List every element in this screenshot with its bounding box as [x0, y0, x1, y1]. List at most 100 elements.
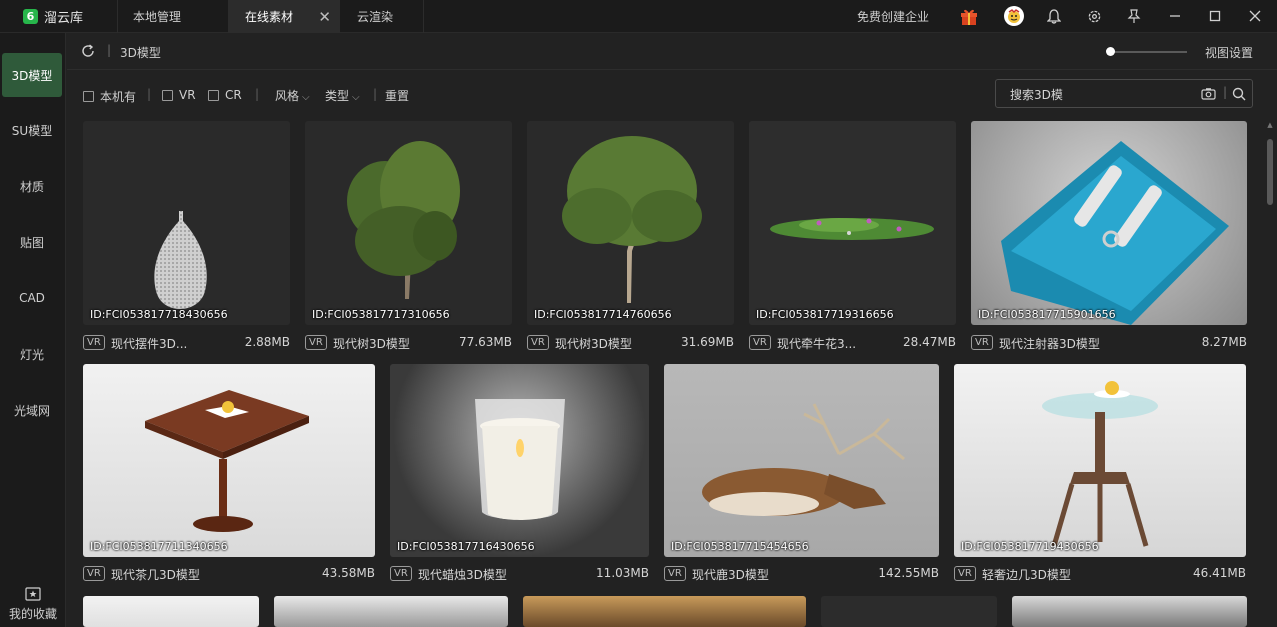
camera-icon[interactable] — [1201, 87, 1216, 101]
pin-icon[interactable] — [1124, 6, 1144, 26]
asset-thumbnail[interactable]: ID:FCI053817719430656 — [954, 364, 1246, 557]
gear-icon[interactable] — [1084, 6, 1104, 26]
asset-id: ID:FCI053817715901656 — [978, 308, 1116, 321]
asset-meta: VR 现代注射器3D模型 8.27MB — [971, 335, 1247, 351]
reset-button[interactable]: 重置 — [385, 87, 409, 104]
asset-title: 现代牵牛花3... — [777, 337, 857, 351]
nav-item-3d-model[interactable]: 3D模型 — [2, 53, 62, 97]
asset-meta: VR 现代树3D模型 77.63MB — [305, 335, 512, 351]
bell-icon[interactable] — [1044, 6, 1064, 26]
filter-label: 本机有 — [100, 90, 137, 104]
asset-card[interactable] — [821, 596, 997, 627]
asset-id: ID:FCI053817711340656 — [90, 540, 228, 553]
asset-card[interactable]: ID:FCI053817719316656 VR 现代牵牛花3... 28.47… — [749, 121, 956, 353]
asset-thumbnail[interactable]: ID:FCI053817718430656 — [83, 121, 290, 325]
view-settings-button[interactable]: 视图设置 — [1205, 44, 1253, 61]
asset-card[interactable] — [523, 596, 806, 627]
minimize-icon[interactable] — [1165, 6, 1185, 26]
tab-close-icon[interactable]: ✕ — [318, 8, 331, 26]
close-icon[interactable] — [1245, 6, 1265, 26]
asset-title: 现代树3D模型 — [555, 337, 632, 351]
deer-image — [702, 403, 905, 516]
asset-card[interactable]: ID:FCI053817714760656 VR 现代树3D模型 31.69MB — [527, 121, 734, 353]
asset-card[interactable] — [274, 596, 508, 627]
vase-image — [154, 211, 207, 309]
divider: | — [373, 87, 378, 101]
thumb-size-slider[interactable] — [1108, 51, 1187, 53]
favorites-icon — [25, 587, 41, 601]
tab-label: 本地管理 — [133, 10, 182, 24]
asset-card[interactable]: ID:FCI053817715901656 VR 现代注射器3D模型 8.27M… — [971, 121, 1247, 353]
gift-icon[interactable] — [959, 6, 979, 26]
search-icon[interactable] — [1232, 87, 1246, 101]
asset-thumbnail[interactable]: ID:FCI053817716430656 — [390, 364, 649, 557]
nav-item-cad[interactable]: CAD — [2, 276, 62, 320]
type-dropdown[interactable]: 类型 ⌵ — [325, 87, 360, 104]
asset-meta: VR 现代摆件3D... 2.88MB — [83, 335, 290, 351]
scroll-up-arrow-icon[interactable]: ▲ — [1266, 121, 1274, 129]
nav-item-light[interactable]: 灯光 — [2, 332, 62, 376]
divider: | — [107, 43, 112, 57]
asset-id: ID:FCI053817719316656 — [756, 308, 894, 321]
style-dropdown-label: 风格 — [275, 89, 300, 103]
asset-card[interactable]: ID:FCI053817716430656 VR 现代蜡烛3D模型 11.03M… — [390, 364, 649, 582]
nav-item-material[interactable]: 材质 — [2, 164, 62, 208]
nav-item-su-model[interactable]: SU模型 — [2, 108, 62, 152]
asset-card[interactable] — [83, 596, 259, 627]
asset-thumbnail[interactable]: ID:FCI053817711340656 — [83, 364, 375, 557]
style-dropdown[interactable]: 风格 ⌵ — [275, 87, 310, 104]
asset-thumbnail[interactable]: ID:FCI053817715901656 — [971, 121, 1247, 325]
search-input[interactable] — [1010, 86, 1190, 102]
asset-card[interactable]: ID:FCI053817711340656 VR 现代茶几3D模型 43.58M… — [83, 364, 375, 582]
asset-size: 142.55MB — [878, 566, 939, 580]
asset-card[interactable] — [1012, 596, 1247, 627]
asset-meta: VR 现代鹿3D模型 142.55MB — [664, 566, 939, 582]
scrollbar[interactable]: ▲ — [1266, 121, 1274, 627]
asset-title: 轻奢边几3D模型 — [982, 568, 1071, 582]
asset-card[interactable]: ID:FCI053817717310656 VR 现代树3D模型 77.63MB — [305, 121, 512, 353]
asset-thumbnail[interactable]: ID:FCI053817717310656 — [305, 121, 512, 325]
asset-size: 43.58MB — [322, 566, 375, 580]
vr-badge: VR — [664, 566, 686, 581]
asset-id: ID:FCI053817718430656 — [90, 308, 228, 321]
nav-item-texture[interactable]: 贴图 — [2, 220, 62, 264]
asset-card[interactable]: ID:FCI053817718430656 VR 现代摆件3D... 2.88M… — [83, 121, 290, 353]
filter-local-checkbox[interactable]: 本机有 — [83, 88, 136, 105]
scrollbar-thumb[interactable] — [1267, 139, 1273, 205]
maximize-icon[interactable] — [1205, 6, 1225, 26]
asset-thumbnail[interactable]: ID:FCI053817719316656 — [749, 121, 956, 325]
avatar[interactable] — [1004, 6, 1024, 26]
asset-card[interactable]: ID:FCI053817719430656 VR 轻奢边几3D模型 46.41M… — [954, 364, 1246, 582]
filter-vr-checkbox[interactable]: VR — [162, 88, 196, 102]
asset-card[interactable]: ID:FCI053817715454656 VR 现代鹿3D模型 142.55M… — [664, 364, 939, 582]
tab-label: 云渲染 — [357, 10, 394, 24]
tab-cloud-render[interactable]: 云渲染 — [340, 0, 424, 33]
vr-badge: VR — [83, 335, 105, 350]
nav-item-ies[interactable]: 光域网 — [2, 388, 62, 432]
tab-online[interactable]: 在线素材 ✕ — [229, 0, 340, 33]
asset-title: 现代鹿3D模型 — [692, 568, 769, 582]
thumb-size-slider-handle[interactable] — [1106, 47, 1115, 56]
filter-cr-checkbox[interactable]: CR — [208, 88, 242, 102]
asset-thumbnail[interactable]: ID:FCI053817714760656 — [527, 121, 734, 325]
checkbox-box — [208, 89, 219, 101]
vr-badge: VR — [749, 335, 771, 350]
app-logo: 6 溜云库 — [0, 0, 118, 33]
tab-local[interactable]: 本地管理 — [118, 0, 229, 33]
candle-image — [475, 399, 565, 520]
divider: | — [147, 87, 152, 101]
asset-size: 31.69MB — [681, 335, 734, 349]
filter-bar: 本机有 | VR CR | 风格⌵ 类型⌵ | 重置 | — [67, 79, 1277, 109]
create-enterprise-link[interactable]: 免费创建企业 — [857, 0, 929, 33]
vr-badge: VR — [305, 335, 327, 350]
left-nav: 3D模型 SU模型 材质 贴图 CAD 灯光 光域网 我的收藏 — [0, 33, 66, 627]
title-bar: 6 溜云库 本地管理 在线素材 ✕ 云渲染 免费创建企业 — [0, 0, 1277, 33]
logo-mark: 6 — [23, 9, 38, 24]
app-name: 溜云库 — [44, 11, 84, 26]
favorites-button[interactable]: 我的收藏 — [0, 587, 66, 622]
type-dropdown-label: 类型 — [325, 89, 350, 103]
asset-thumbnail[interactable]: ID:FCI053817715454656 — [664, 364, 939, 557]
filter-label: VR — [179, 88, 196, 102]
refresh-icon[interactable] — [80, 43, 96, 59]
asset-id: ID:FCI053817714760656 — [534, 308, 672, 321]
